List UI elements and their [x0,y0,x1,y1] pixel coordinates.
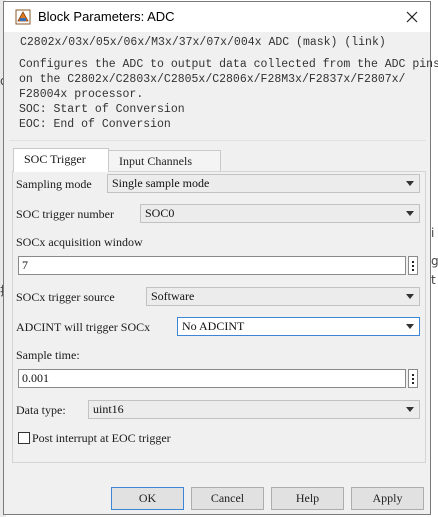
close-icon[interactable] [398,5,426,29]
background-glyph: g [431,254,438,268]
sample-time-input[interactable]: 0.001 [18,369,406,388]
block-type-header: C2802x/03x/05x/06x/M3x/37x/07x/004x ADC … [20,36,386,49]
socx-acquisition-window-label: SOCx acquisition window [16,235,143,249]
chevron-down-icon [406,294,414,299]
block-parameters-dialog: Block Parameters: ADC C2802x/03x/05x/06x… [3,1,438,515]
tab-soc-trigger[interactable]: SOC Trigger [13,148,109,172]
chevron-down-icon [406,324,414,329]
title-bar[interactable]: Block Parameters: ADC [4,2,430,32]
description-line: SOC: Start of Conversion [19,103,185,116]
soc-trigger-number-select[interactable]: SOC0 [140,204,420,223]
socx-trigger-source-select[interactable]: Software [146,287,420,306]
data-type-select[interactable]: uint16 [88,400,420,419]
adcint-trigger-select[interactable]: No ADCINT [177,317,420,336]
chevron-down-icon [406,407,414,412]
background-glyph: i [431,226,435,240]
sample-time-label: Sample time: [16,348,80,362]
help-button[interactable]: Help [271,487,344,510]
post-interrupt-checkbox[interactable] [18,432,30,444]
post-interrupt-label: Post interrupt at EOC trigger [32,431,171,445]
sampling-mode-select[interactable]: Single sample mode [107,174,420,193]
data-type-label: Data type: [16,403,66,417]
soc-trigger-number-value: SOC0 [145,206,175,220]
more-options-icon[interactable] [408,256,418,275]
background-glyph: t [431,273,436,287]
ok-button[interactable]: OK [111,487,184,510]
socx-trigger-source-value: Software [151,289,195,303]
description-panel: C2802x/03x/05x/06x/M3x/37x/07x/004x ADC … [9,33,438,141]
sampling-mode-label: Sampling mode [16,177,92,191]
chevron-down-icon [406,211,414,216]
socx-trigger-source-label: SOCx trigger source [16,290,115,304]
sampling-mode-value: Single sample mode [112,176,210,190]
chevron-down-icon [406,181,414,186]
cancel-button[interactable]: Cancel [191,487,264,510]
description-line: EOC: End of Conversion [19,118,171,131]
simulink-block-icon [15,9,31,25]
adcint-trigger-label: ADCINT will trigger SOCx [16,320,151,334]
socx-acquisition-window-input[interactable]: 7 [18,256,406,275]
description-line: on the C2802x/C2803x/C2805x/C2806x/F28M3… [19,73,406,86]
window-title: Block Parameters: ADC [38,9,175,24]
description-line: Configures the ADC to output data collec… [19,58,438,71]
description-line: F28004x processor. [19,88,144,101]
soc-trigger-number-label: SOC trigger number [16,207,114,221]
apply-button[interactable]: Apply [351,487,424,510]
more-options-icon[interactable] [408,369,418,388]
adcint-trigger-value: No ADCINT [182,319,245,333]
tab-input-channels[interactable]: Input Channels [108,150,221,172]
data-type-value: uint16 [93,402,124,416]
